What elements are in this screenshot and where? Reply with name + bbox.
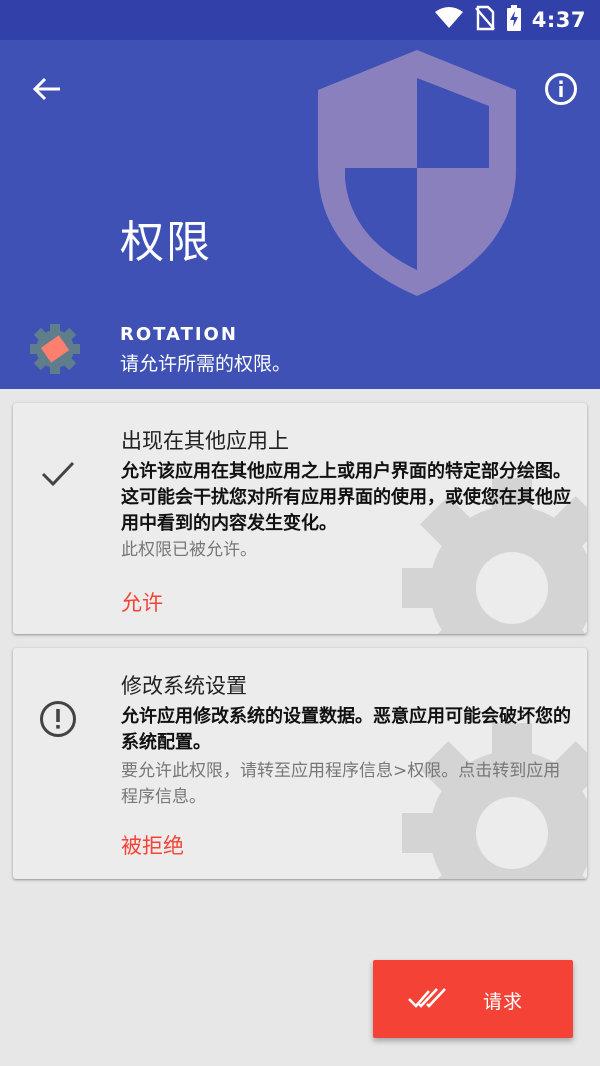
page-title: 权限: [120, 217, 212, 268]
permission-title: 出现在其他应用上: [121, 429, 289, 453]
no-sim-icon: [474, 5, 496, 35]
request-button[interactable]: 请求: [373, 960, 573, 1038]
double-check-icon: [408, 988, 446, 1008]
info-icon: [545, 73, 577, 105]
app-name: ROTATION: [120, 324, 238, 345]
permission-card-system-settings: 修改系统设置 允许应用修改系统的设置数据。恶意应用可能会破坏您的系统配置。 要允…: [13, 648, 587, 879]
battery-charging-icon: [506, 5, 522, 35]
permission-description: 允许该应用在其他应用之上或用户界面的特定部分绘图。这可能会干扰您对所有应用界面的…: [121, 461, 571, 534]
check-icon: [41, 461, 75, 487]
permission-header: 权限 ROTATION 请允许所需的权限。: [0, 40, 600, 389]
shield-icon: [318, 50, 516, 296]
permission-card-overlay: 出现在其他应用上 允许该应用在其他应用之上或用户界面的特定部分绘图。这可能会干扰…: [13, 403, 587, 634]
back-button[interactable]: [26, 68, 68, 110]
status-bar: 4:37: [0, 0, 600, 40]
app-gear-icon: [30, 324, 80, 374]
info-button[interactable]: [540, 68, 582, 110]
wifi-icon: [434, 6, 464, 34]
alert-circle-icon: [40, 701, 76, 737]
granted-status: [37, 453, 79, 495]
status-time: 4:37: [531, 8, 586, 32]
permission-action-denied[interactable]: 被拒绝: [121, 830, 184, 860]
permission-note: 此权限已被允许。: [121, 540, 257, 560]
permission-title: 修改系统设置: [121, 674, 247, 698]
permission-description: 允许应用修改系统的设置数据。恶意应用可能会破坏您的系统配置。: [121, 706, 571, 753]
header-subtitle: 请允许所需的权限。: [120, 353, 292, 375]
permission-action-allow[interactable]: 允许: [121, 587, 163, 617]
permission-note[interactable]: 要允许此权限，请转至应用程序信息>权限。点击转到应用程序信息。: [121, 758, 573, 810]
denied-status: [37, 698, 79, 740]
request-button-label: 请求: [483, 991, 524, 1013]
back-arrow-icon: [32, 77, 60, 101]
